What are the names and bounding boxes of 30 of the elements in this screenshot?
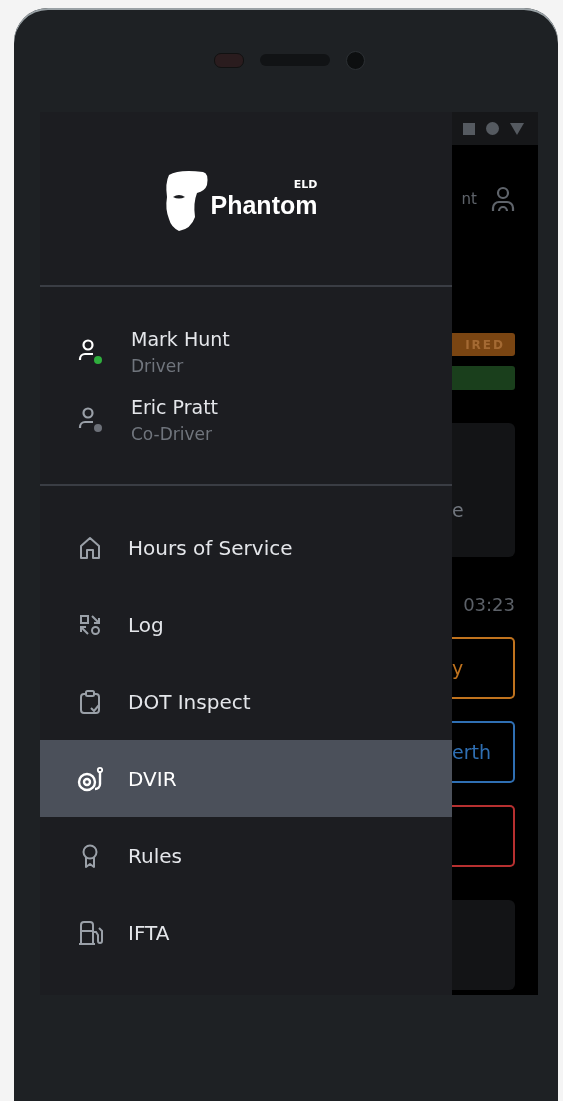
brand-name: Phantom <box>210 190 318 219</box>
person-icon <box>491 186 515 212</box>
square-icon <box>463 122 475 135</box>
reel-icon <box>77 765 103 792</box>
outline-button[interactable]: y <box>452 637 515 699</box>
camera-lens <box>345 50 365 70</box>
user-role: Driver <box>131 354 185 377</box>
header-text: nt <box>461 190 477 208</box>
menu-item[interactable]: IFTA <box>40 894 452 971</box>
logo-icon <box>164 168 209 233</box>
house-icon <box>77 534 103 561</box>
menu-item[interactable]: Hours of Service <box>40 509 452 586</box>
clock-text: 03:23 <box>462 594 515 615</box>
menu-item[interactable]: Rules <box>40 817 452 894</box>
sensor <box>213 52 244 68</box>
circle-icon <box>486 122 499 135</box>
user-name: Eric Pratt <box>131 394 219 419</box>
user-role: Co-Driver <box>131 422 214 445</box>
status-bar-fill <box>452 366 515 390</box>
card-text: e <box>452 499 464 521</box>
outline-button[interactable] <box>452 805 515 867</box>
menu-item[interactable]: DVIR <box>40 740 452 817</box>
triangle-icon <box>510 122 524 135</box>
brand-tag: ELD <box>293 178 318 191</box>
user-name: Mark Hunt <box>131 326 230 351</box>
fuel-pump-icon <box>77 919 103 946</box>
outline-button[interactable]: erth <box>452 721 515 783</box>
menu-item[interactable]: DOT Inspect <box>40 663 452 740</box>
clipboard-check-icon <box>77 688 103 715</box>
menu-item[interactable]: Log <box>40 586 452 663</box>
